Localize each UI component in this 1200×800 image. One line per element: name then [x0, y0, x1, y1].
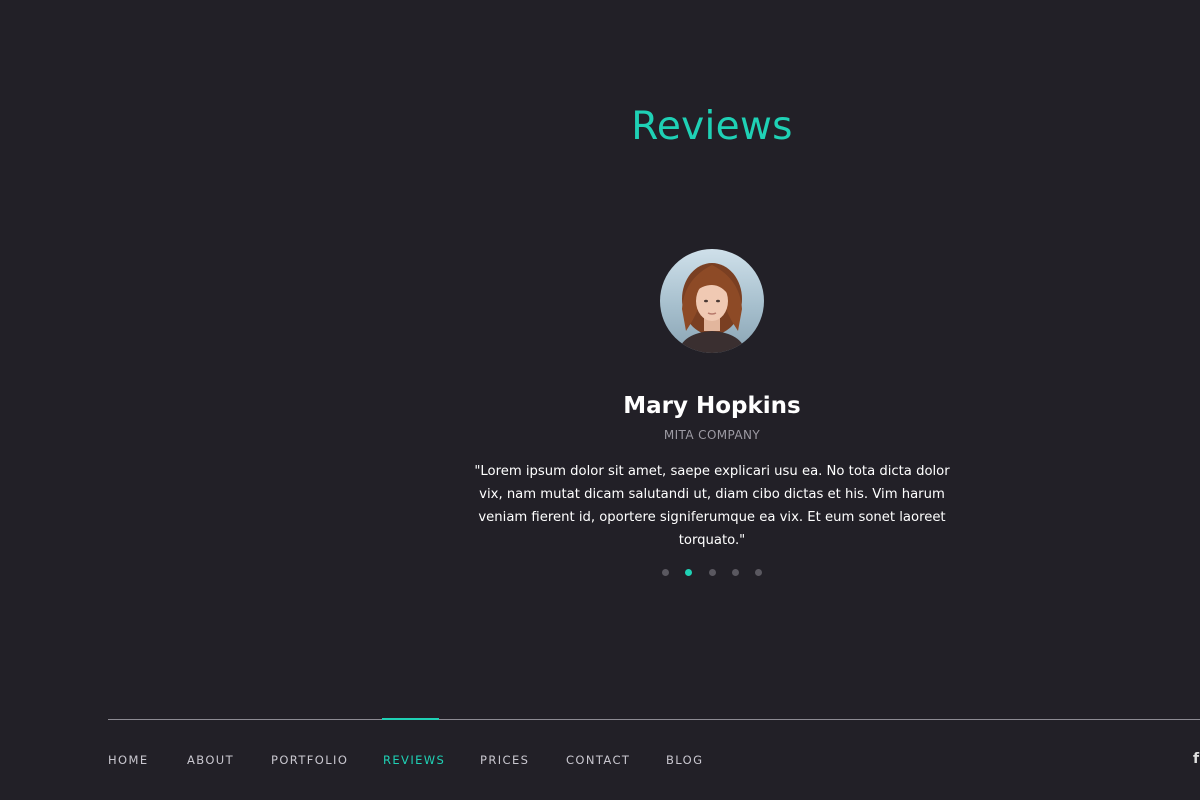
carousel-dot-2[interactable] [685, 569, 693, 576]
facebook-icon[interactable]: f [1193, 752, 1200, 766]
section-title: Reviews [631, 104, 793, 149]
nav-item-prices[interactable]: PRICES [480, 752, 529, 768]
carousel-dot-3[interactable] [708, 569, 716, 576]
nav-item-home[interactable]: HOME [108, 752, 149, 768]
carousel-dot-5[interactable] [755, 569, 762, 576]
carousel-dot-1[interactable] [662, 569, 669, 576]
carousel-pagination [662, 569, 762, 577]
nav-item-reviews[interactable]: REVIEWS [383, 752, 445, 768]
review-text: "Lorem ipsum dolor sit amet, saepe expli… [474, 464, 950, 548]
nav-item-about[interactable]: ABOUT [187, 752, 234, 768]
footer-divider [108, 719, 1200, 720]
nav-item-contact[interactable]: CONTACT [566, 752, 630, 768]
reviewer-company: MITA COMPANY [663, 428, 761, 442]
reviewer-photo [660, 249, 764, 353]
nav-item-portfolio[interactable]: PORTFOLIO [271, 752, 348, 768]
avatar [660, 249, 764, 353]
nav-item-blog[interactable]: BLOG [666, 752, 703, 768]
carousel-dot-4[interactable] [731, 569, 739, 576]
reviewer-name: Mary Hopkins [623, 393, 801, 419]
active-nav-indicator [382, 718, 439, 720]
